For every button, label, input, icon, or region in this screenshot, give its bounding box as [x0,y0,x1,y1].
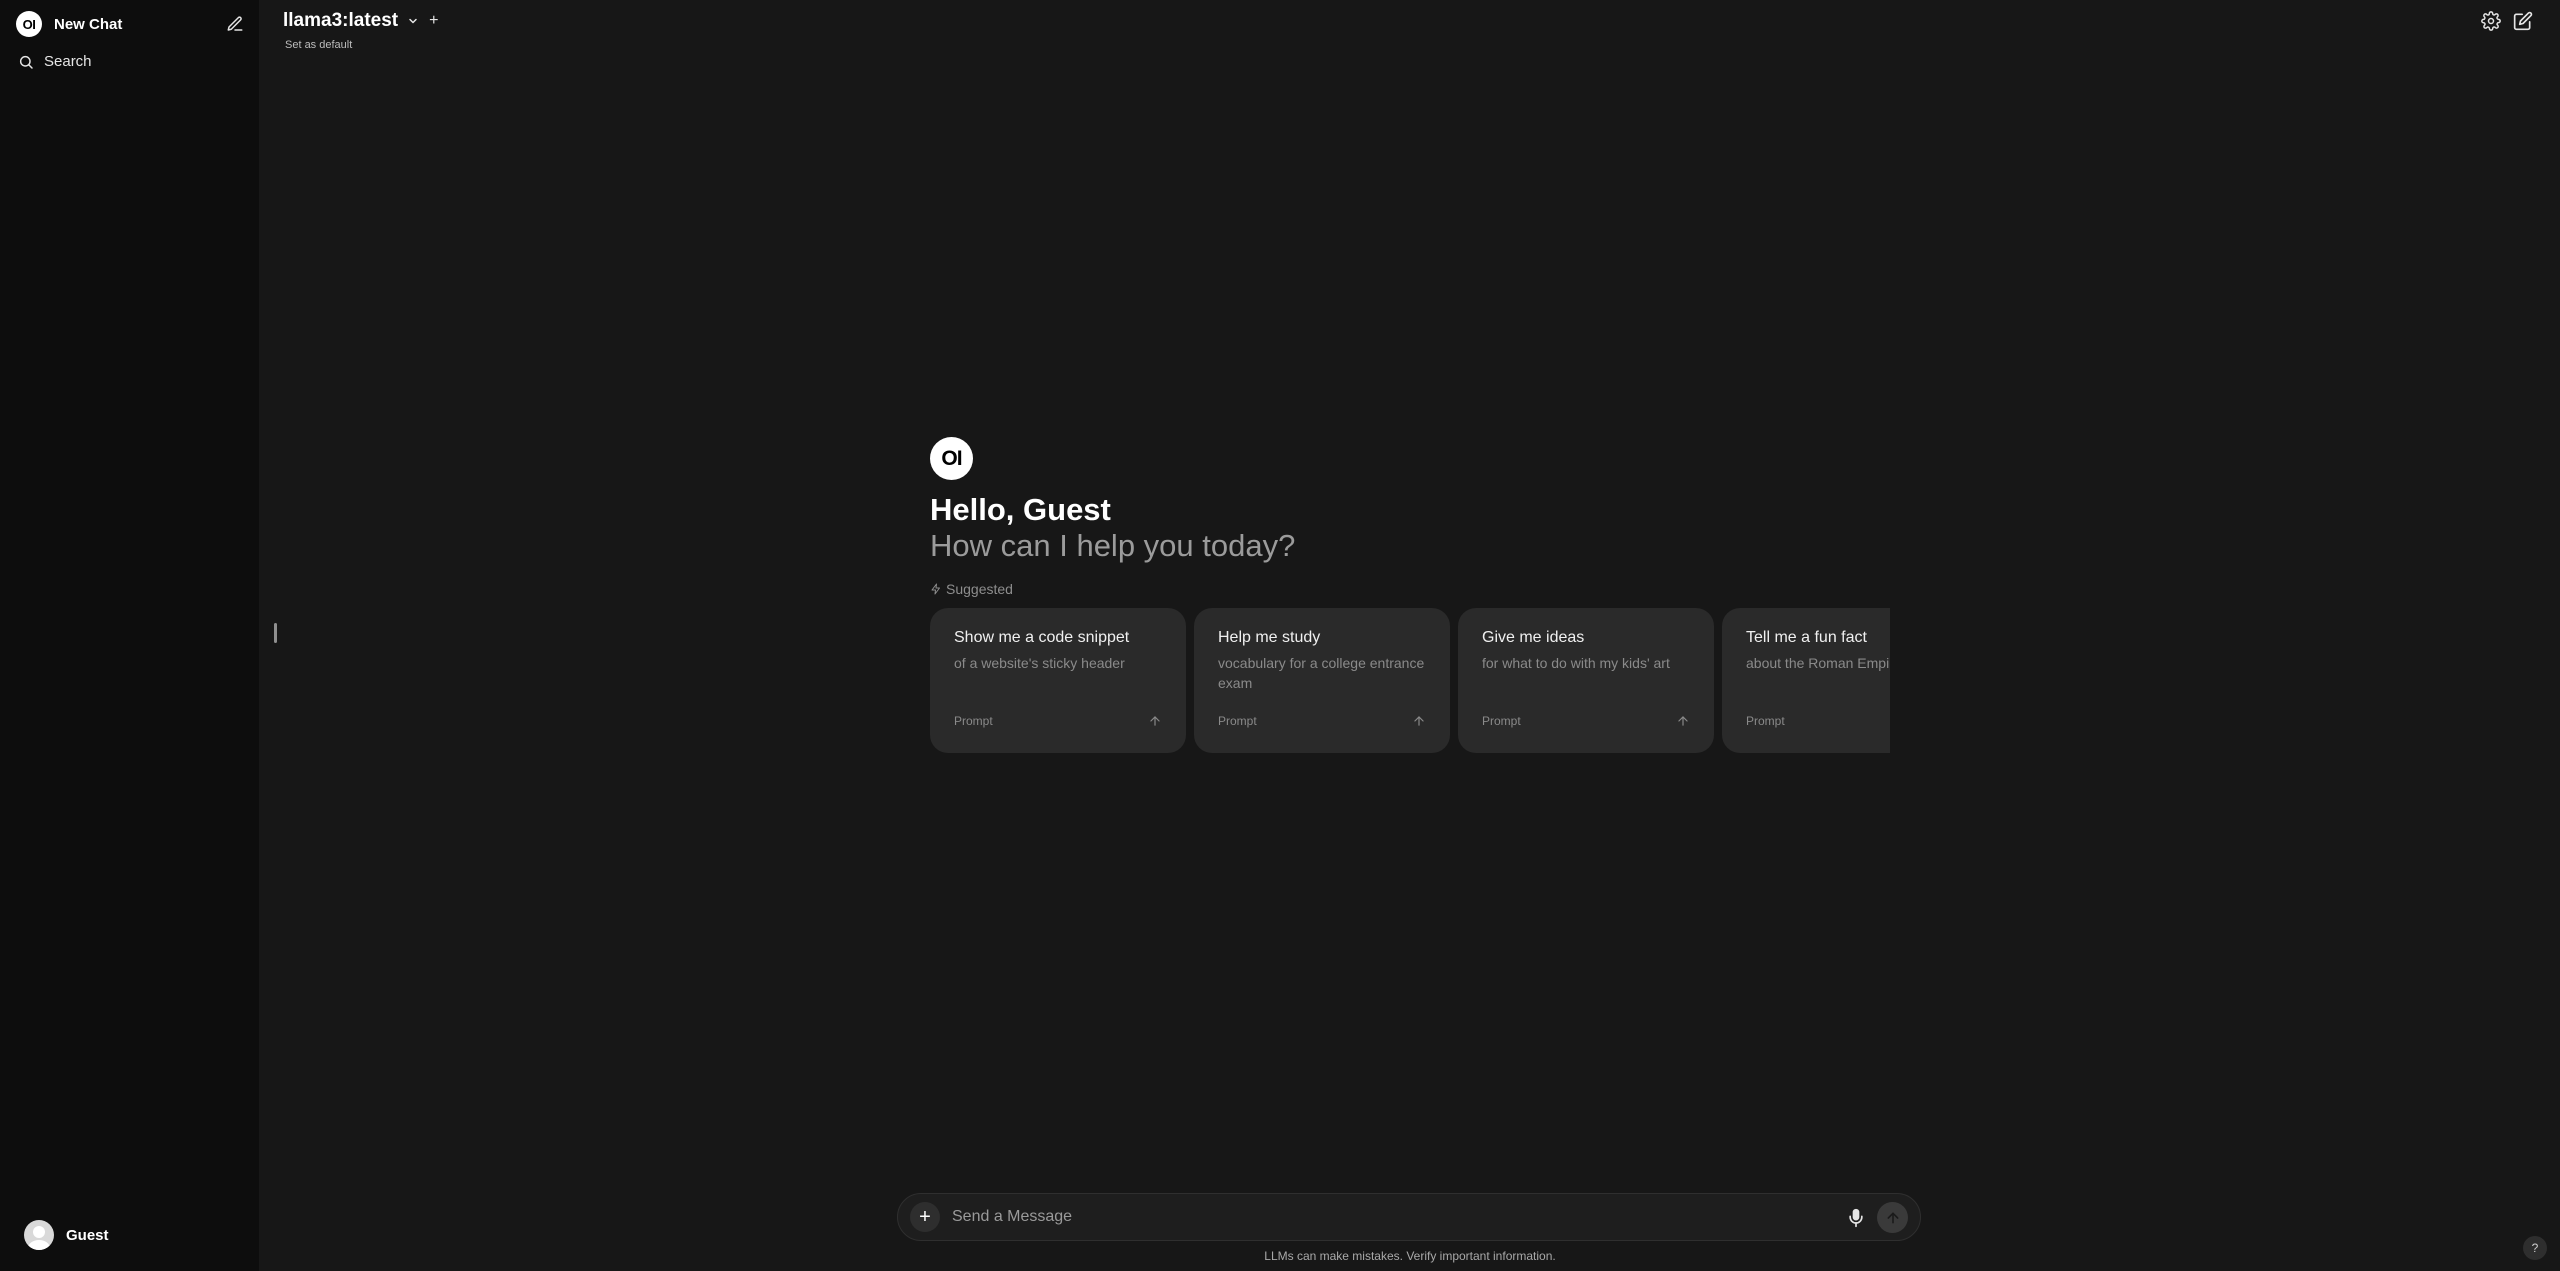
suggested-text: Suggested [946,581,1013,597]
message-input[interactable] [952,1204,1752,1230]
arrow-up-icon [1678,716,1688,726]
suggestion-subtitle: of a website's sticky header [954,655,1125,671]
sidebar: OI New Chat Search Guest [0,0,259,1271]
gear-icon[interactable] [2481,11,2501,31]
arrow-up-icon [1414,716,1424,726]
suggestion-subtitle: about the Roman Empire [1746,655,1890,671]
greeting-heading: Hello, Guest [930,492,1111,527]
app-logo: OI [16,11,42,37]
chevron-down-icon[interactable] [407,15,419,27]
model-selector[interactable]: llama3:latest + [283,10,438,32]
suggestion-title: Tell me a fun fact [1746,629,1867,646]
suggested-label: Suggested [930,581,1013,597]
new-chat-label[interactable]: New Chat [54,16,122,33]
model-logo: OI [930,437,973,480]
suggestion-card[interactable]: Tell me a fun fact about the Roman Empir… [1722,608,1890,753]
suggestion-subtitle: vocabulary for a college entrance exam [1218,655,1425,691]
suggestion-card[interactable]: Show me a code snippet of a website's st… [930,608,1186,753]
suggestion-tag: Prompt [1746,714,1785,728]
greeting-subtitle: How can I help you today? [930,528,1296,563]
compose-icon[interactable] [2513,11,2533,31]
suggestion-cards: Show me a code snippet of a website's st… [930,608,1890,753]
set-default-link[interactable]: Set as default [285,39,352,51]
help-button[interactable]: ? [2523,1236,2547,1260]
suggestion-tag: Prompt [954,714,993,728]
attach-button[interactable]: + [910,1202,940,1232]
search-label: Search [44,53,92,70]
search-icon [19,55,33,69]
arrow-up-icon [1887,1212,1898,1223]
suggestion-tag: Prompt [1218,714,1257,728]
suggestion-title: Show me a code snippet [954,629,1130,646]
message-composer: + [897,1193,1921,1241]
suggestion-card[interactable]: Give me ideas for what to do with my kid… [1458,608,1714,753]
add-model-button[interactable]: + [429,12,438,30]
suggestion-title: Give me ideas [1482,629,1585,646]
app-window: OI New Chat Search Guest llama3:latest +… [0,0,2560,1271]
user-menu[interactable]: Guest [24,1220,109,1250]
sidebar-search[interactable]: Search [18,53,92,70]
user-name: Guest [66,1226,109,1244]
send-button[interactable] [1877,1202,1908,1233]
lightning-icon [931,583,940,595]
arrow-up-icon [1150,716,1160,726]
avatar [24,1220,54,1250]
suggestion-title: Help me study [1218,629,1321,646]
new-chat-edit-icon[interactable] [226,15,244,33]
suggestion-subtitle: for what to do with my kids' art [1482,655,1670,671]
new-chat-row[interactable]: OI New Chat [16,11,244,37]
microphone-icon[interactable] [1846,1207,1866,1229]
model-name[interactable]: llama3:latest [283,10,398,32]
sidebar-resize-handle[interactable] [274,623,277,643]
suggestion-tag: Prompt [1482,714,1521,728]
suggestion-card[interactable]: Help me study vocabulary for a college e… [1194,608,1450,753]
disclaimer-text: LLMs can make mistakes. Verify important… [1264,1249,1556,1263]
